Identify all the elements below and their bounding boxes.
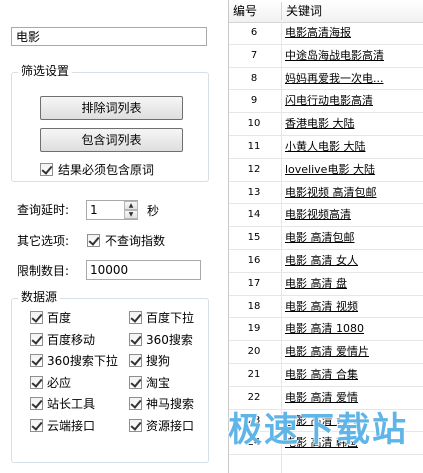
row-keyword[interactable]: 电影 高清 1080	[285, 318, 364, 340]
include-list-button[interactable]: 包含词列表	[40, 128, 183, 152]
source-checkbox[interactable]	[30, 397, 43, 410]
no-index-label: 不查询指数	[105, 234, 166, 248]
filter-settings-title: 筛选设置	[18, 64, 73, 78]
source-checkbox[interactable]	[129, 332, 142, 346]
source-label: 360搜索	[146, 332, 193, 347]
table-row[interactable]: 22 电影 高清 爱情	[229, 387, 423, 410]
table-row[interactable]: 12 lovelive电影 大陆	[229, 159, 423, 182]
source-checkbox[interactable]	[30, 354, 43, 367]
row-number: 7	[250, 49, 258, 61]
source-label: 站长工具	[47, 397, 96, 411]
source-checkbox[interactable]	[129, 311, 142, 324]
query-delay-label: 查询延时:	[17, 203, 70, 217]
source-checkbox[interactable]	[30, 332, 43, 346]
source-label: 资源接口	[146, 418, 195, 433]
column-header-num[interactable]: 编号	[229, 0, 281, 22]
row-number: 16	[247, 255, 261, 266]
source-label: 百度	[47, 311, 72, 325]
other-options-label: 其它选项:	[17, 234, 70, 248]
row-keyword[interactable]: 小黄人电影 大陆	[285, 136, 366, 158]
source-checkbox[interactable]	[30, 418, 43, 432]
table-row[interactable]: 15 电影 高清包邮	[229, 227, 423, 250]
row-number: 14	[247, 209, 261, 221]
no-index-checkbox[interactable]	[87, 234, 100, 247]
table-row[interactable]: 21 电影 高清 合集	[229, 364, 423, 387]
results-list[interactable]: 编号 关键词 6 电影高清海报 7 中途岛海战电影高清 8 妈妈再爱我一次电... 9 闪电行…	[228, 0, 423, 473]
row-number: 10	[247, 118, 261, 130]
list-header: 编号 关键词	[229, 0, 423, 23]
query-delay-unit: 秒	[147, 204, 160, 218]
row-keyword[interactable]: 电影 高清 爱情片	[285, 341, 369, 363]
data-sources-title: 数据源	[18, 290, 61, 304]
row-keyword[interactable]: 电影 高清 女人	[285, 250, 358, 272]
watermark-text: 极速下载站	[228, 410, 408, 450]
row-number: 17	[247, 277, 261, 289]
source-label: 百度移动	[47, 332, 96, 347]
table-row[interactable]: 10 香港电影 大陆	[229, 113, 423, 136]
row-keyword[interactable]: 电影视频高清	[285, 204, 351, 226]
table-row[interactable]: 7 中途岛海战电影高清	[229, 45, 423, 68]
row-number: 8	[250, 72, 258, 84]
source-label: 淘宝	[146, 375, 171, 390]
row-keyword[interactable]: 中途岛海战电影高清	[285, 45, 384, 67]
settings-panel: 筛选设置 排除词列表 包含词列表 结果必须包含原词 查询延时: 1 ▲ ▼ 秒 …	[0, 0, 225, 473]
source-checkbox[interactable]	[129, 418, 142, 432]
source-label: 360搜索下拉	[47, 354, 118, 368]
table-row[interactable]: 16 电影 高清 女人	[229, 250, 423, 273]
keyword-input[interactable]	[11, 27, 207, 46]
row-number: 13	[247, 186, 261, 198]
table-row[interactable]: 6 电影高清海报	[229, 22, 423, 45]
table-row[interactable]: 14 电影视频高清	[229, 204, 423, 228]
column-header-keyword[interactable]: 关键词	[282, 0, 423, 22]
table-row[interactable]: 11 小黄人电影 大陆	[229, 136, 423, 159]
row-keyword[interactable]: 电影视频 高清包邮	[285, 182, 377, 204]
source-checkbox[interactable]	[129, 375, 142, 389]
row-number: 9	[250, 95, 258, 107]
source-checkbox[interactable]	[129, 397, 142, 410]
source-label: 搜狗	[146, 354, 171, 368]
source-label: 必应	[47, 375, 72, 390]
row-number: 18	[247, 300, 261, 312]
source-checkbox[interactable]	[30, 375, 43, 389]
row-number: 11	[247, 141, 261, 152]
row-number: 19	[247, 323, 261, 335]
row-keyword[interactable]: 电影 高清包邮	[285, 227, 355, 249]
source-label: 百度下拉	[146, 311, 195, 325]
spin-up-button[interactable]: ▲	[124, 201, 138, 210]
source-checkbox[interactable]	[129, 354, 142, 367]
row-keyword[interactable]: 电影 高清 爱情	[285, 387, 358, 409]
row-number: 22	[247, 391, 261, 403]
table-row[interactable]: 19 电影 高清 1080	[229, 318, 423, 342]
table-row[interactable]: 18 电影 高清 视频	[229, 296, 423, 319]
row-keyword[interactable]: 电影 高清 盘	[285, 273, 347, 295]
row-keyword[interactable]: 电影高清海报	[285, 22, 351, 44]
table-row[interactable]: 8 妈妈再爱我一次电...	[229, 68, 423, 91]
row-keyword[interactable]: 闪电行动电影高清	[285, 90, 373, 112]
source-checkbox[interactable]	[30, 311, 43, 324]
exclude-list-button[interactable]: 排除词列表	[40, 96, 183, 120]
row-number: 6	[250, 27, 258, 38]
must-contain-checkbox[interactable]	[40, 163, 53, 176]
row-keyword[interactable]: lovelive电影 大陆	[285, 159, 375, 181]
table-row[interactable]: 9 闪电行动电影高清	[229, 90, 423, 114]
row-number: 20	[247, 346, 261, 358]
source-label: 神马搜索	[146, 397, 195, 411]
row-keyword[interactable]: 电影 高清 视频	[285, 296, 358, 318]
table-row[interactable]: 13 电影视频 高清包邮	[229, 182, 423, 205]
row-keyword[interactable]: 电影 高清 合集	[285, 364, 358, 386]
limit-field[interactable]: 10000	[86, 260, 201, 280]
table-row[interactable]: 17 电影 高清 盘	[229, 273, 423, 296]
row-number: 15	[247, 232, 261, 244]
spin-down-button[interactable]: ▼	[124, 210, 138, 219]
source-label: 云端接口	[47, 418, 96, 433]
table-row[interactable]: 20 电影 高清 爱情片	[229, 341, 423, 364]
limit-label: 限制数目:	[17, 264, 70, 278]
row-number: 12	[247, 163, 261, 175]
row-keyword[interactable]: 香港电影 大陆	[285, 113, 355, 135]
row-keyword[interactable]: 妈妈再爱我一次电...	[285, 68, 384, 90]
must-contain-label: 结果必须包含原词	[58, 163, 155, 177]
row-number: 21	[247, 369, 261, 380]
